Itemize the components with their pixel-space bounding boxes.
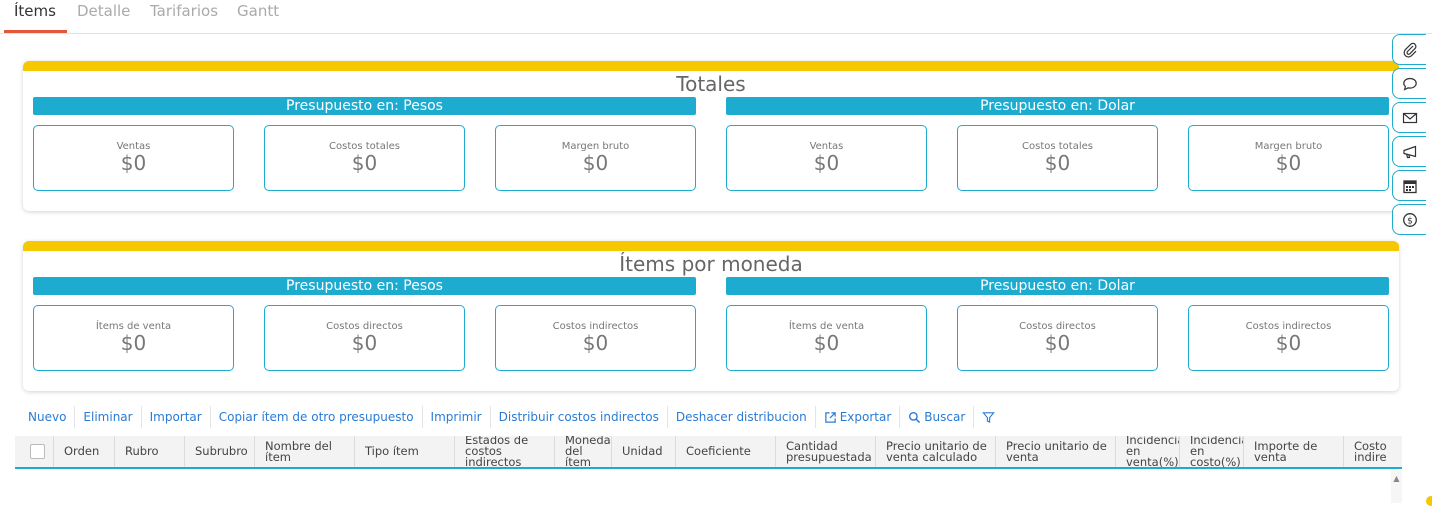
- distribuir-costos-button[interactable]: Distribuir costos indirectos: [491, 406, 668, 428]
- importar-button[interactable]: Importar: [142, 406, 211, 428]
- exportar-label: Exportar: [839, 410, 892, 424]
- pesos-group-header: Presupuesto en: Pesos: [33, 277, 696, 295]
- grid-toolbar: Nuevo Eliminar Importar Copiar ítem de o…: [20, 405, 1003, 429]
- summary-card: Costos totales $0: [957, 125, 1158, 191]
- card-value: $0: [813, 331, 840, 355]
- summary-card: Ventas $0: [726, 125, 927, 191]
- filter-button[interactable]: [974, 406, 1003, 428]
- svg-text:$: $: [1407, 216, 1413, 226]
- summary-card: Costos indirectos $0: [495, 305, 696, 371]
- dollar-icon: $: [1402, 212, 1417, 227]
- mail-icon: [1402, 112, 1417, 123]
- summary-card: Costos directos $0: [264, 305, 465, 371]
- tab-bar: Ítems Detalle Tarifarios Gantt: [0, 0, 1432, 34]
- filter-icon: [982, 411, 996, 423]
- items-grid: Orden Rubro Subrubro Nombre del ítem Tip…: [15, 436, 1402, 503]
- nuevo-button[interactable]: Nuevo: [20, 406, 76, 428]
- tab-detalle[interactable]: Detalle: [77, 2, 130, 20]
- corner-indicator: [1426, 496, 1432, 506]
- column-header[interactable]: Incidencia en venta(%): [1116, 436, 1180, 467]
- card-value: $0: [351, 331, 378, 355]
- tab-tarifarios[interactable]: Tarifarios: [150, 2, 218, 20]
- card-value: $0: [1275, 151, 1302, 175]
- paperclip-icon: [1403, 42, 1416, 58]
- finance-button[interactable]: $: [1392, 204, 1426, 235]
- totales-panel: Totales Presupuesto en: Pesos Presupuest…: [23, 61, 1399, 211]
- summary-card: Ítems de venta $0: [33, 305, 234, 371]
- pesos-group-header: Presupuesto en: Pesos: [33, 97, 696, 115]
- column-header[interactable]: Estados de costos indirectos: [455, 436, 555, 467]
- card-value: $0: [582, 151, 609, 175]
- megaphone-icon: [1402, 145, 1416, 158]
- comments-button[interactable]: [1392, 68, 1426, 99]
- chat-icon: [1402, 77, 1417, 91]
- card-value: $0: [351, 151, 378, 175]
- calendar-icon: [1402, 179, 1417, 193]
- summary-card: Margen bruto $0: [495, 125, 696, 191]
- column-header[interactable]: Precio unitario de venta: [996, 436, 1116, 467]
- card-value: $0: [1044, 331, 1071, 355]
- items-por-moneda-panel: Ítems por moneda Presupuesto en: Pesos P…: [23, 241, 1399, 391]
- column-header[interactable]: Subrubro: [185, 436, 255, 467]
- summary-card: Margen bruto $0: [1188, 125, 1389, 191]
- buscar-label: Buscar: [924, 410, 966, 424]
- external-link-icon: [824, 411, 836, 423]
- summary-card: Costos directos $0: [957, 305, 1158, 371]
- column-header[interactable]: Moneda del ítem: [555, 436, 612, 467]
- attachments-button[interactable]: [1392, 34, 1426, 65]
- search-icon: [909, 411, 921, 423]
- column-header[interactable]: Cantidad presupuestada: [776, 436, 876, 467]
- column-header[interactable]: Nombre del ítem: [255, 436, 355, 467]
- column-header[interactable]: Importe de venta: [1244, 436, 1344, 467]
- active-tab-indicator: [4, 30, 67, 33]
- exportar-button[interactable]: Exportar: [816, 406, 901, 428]
- buscar-button[interactable]: Buscar: [900, 406, 975, 428]
- tab-gantt[interactable]: Gantt: [237, 2, 279, 20]
- summary-card: Ítems de venta $0: [726, 305, 927, 371]
- column-header[interactable]: Incidencia en costo(%): [1180, 436, 1244, 467]
- tab-items[interactable]: Ítems: [14, 2, 56, 20]
- column-header[interactable]: Costo indire: [1344, 436, 1402, 467]
- column-header[interactable]: Unidad: [612, 436, 676, 467]
- card-value: $0: [1044, 151, 1071, 175]
- card-value: $0: [582, 331, 609, 355]
- column-header[interactable]: Orden: [54, 436, 115, 467]
- imprimir-button[interactable]: Imprimir: [423, 406, 491, 428]
- column-header[interactable]: Tipo ítem: [355, 436, 455, 467]
- card-value: $0: [120, 151, 147, 175]
- calendar-button[interactable]: [1392, 170, 1426, 201]
- column-header[interactable]: Precio unitario de venta calculado: [876, 436, 996, 467]
- scrollbar-up-arrow[interactable]: ▲: [1391, 470, 1402, 503]
- card-value: $0: [1275, 331, 1302, 355]
- select-all-checkbox[interactable]: [30, 444, 45, 459]
- deshacer-distribucion-button[interactable]: Deshacer distribucion: [668, 406, 816, 428]
- column-header[interactable]: Rubro: [115, 436, 185, 467]
- card-value: $0: [120, 331, 147, 355]
- summary-card: Costos totales $0: [264, 125, 465, 191]
- announce-button[interactable]: [1392, 136, 1426, 167]
- dolar-group-header: Presupuesto en: Dolar: [726, 277, 1389, 295]
- totales-title: Totales: [676, 72, 746, 96]
- summary-card: Costos indirectos $0: [1188, 305, 1389, 371]
- mail-button[interactable]: [1392, 102, 1426, 133]
- grid-header: Orden Rubro Subrubro Nombre del ítem Tip…: [15, 436, 1402, 469]
- column-header[interactable]: Coeficiente: [676, 436, 776, 467]
- card-value: $0: [813, 151, 840, 175]
- summary-card: Ventas $0: [33, 125, 234, 191]
- dolar-group-header: Presupuesto en: Dolar: [726, 97, 1389, 115]
- eliminar-button[interactable]: Eliminar: [75, 406, 142, 428]
- select-all-cell: [15, 436, 54, 467]
- copiar-item-button[interactable]: Copiar ítem de otro presupuesto: [211, 406, 423, 428]
- items-por-moneda-title: Ítems por moneda: [619, 252, 803, 276]
